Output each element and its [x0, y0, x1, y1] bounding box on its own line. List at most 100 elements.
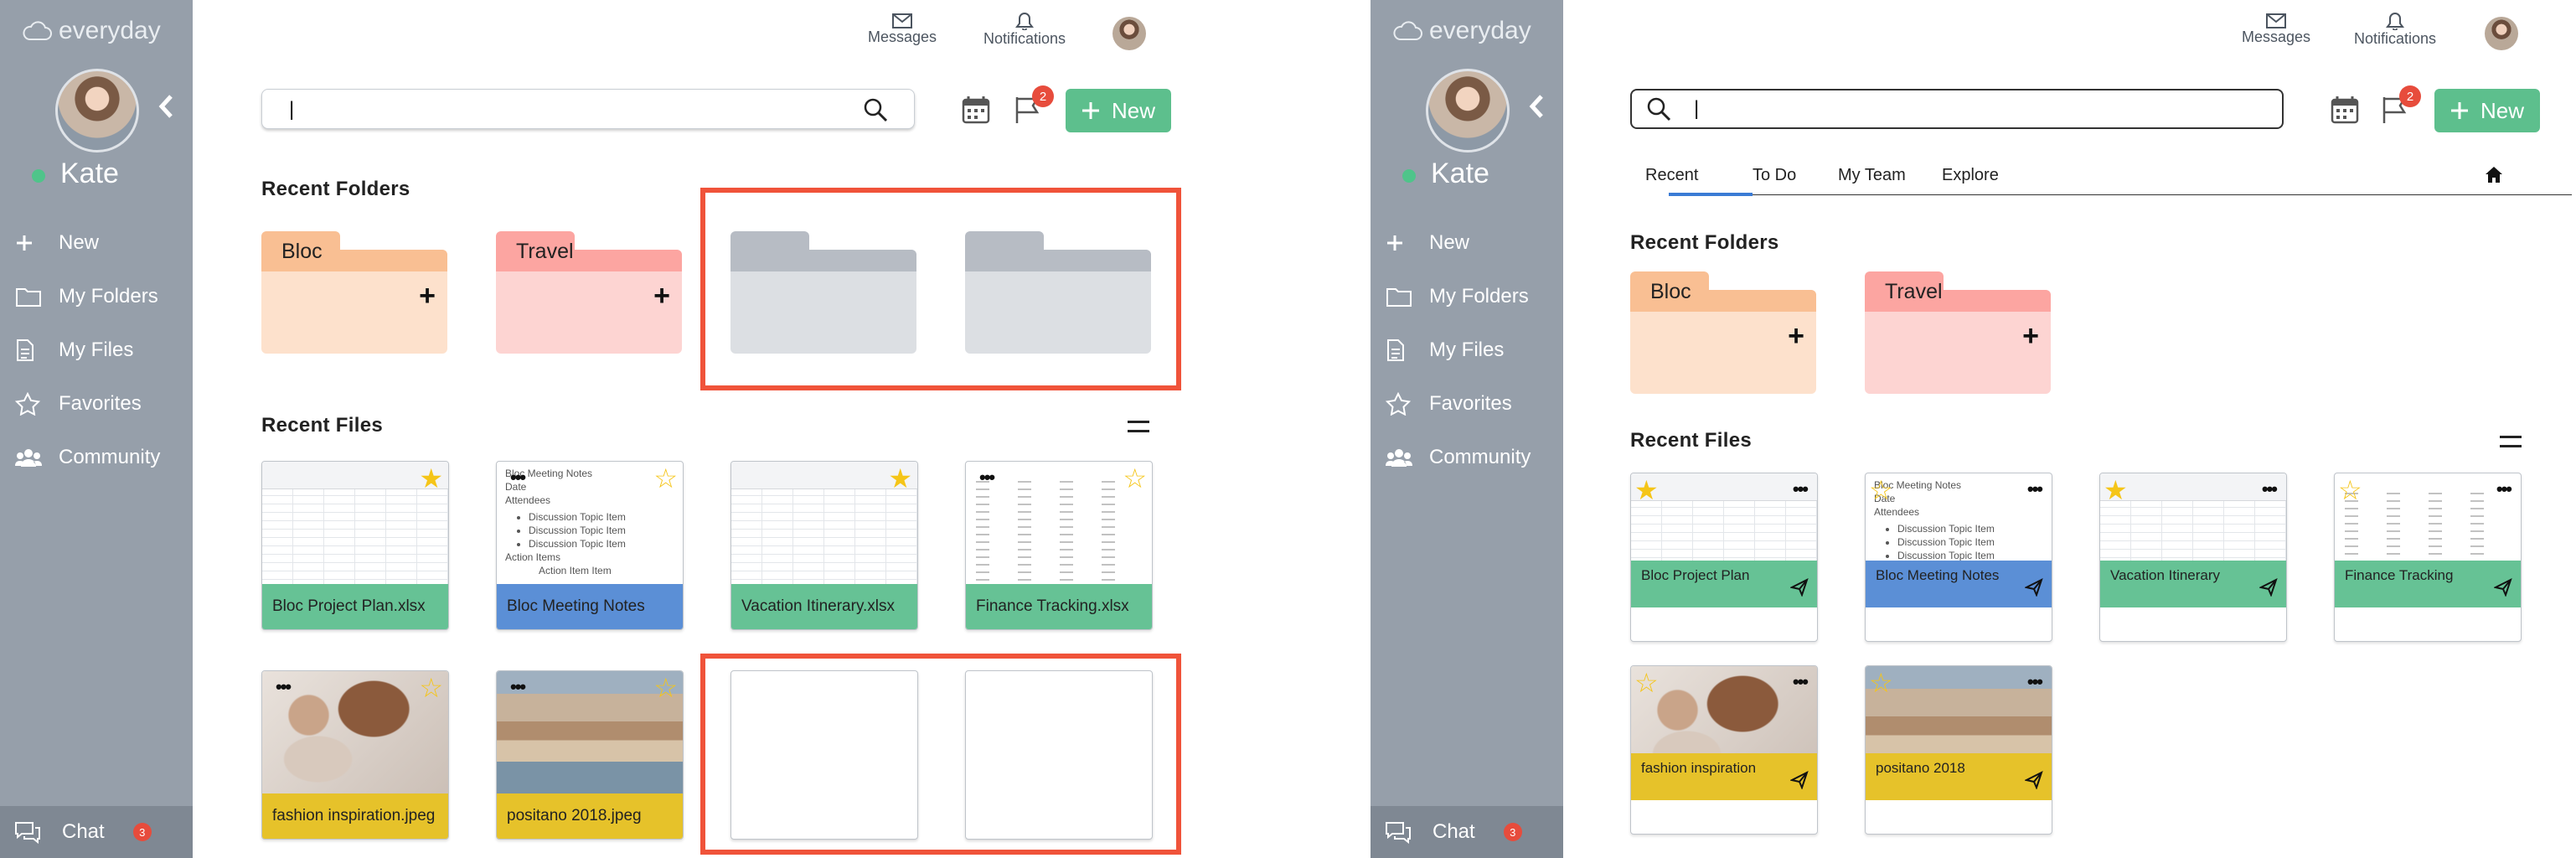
file-card[interactable]: ☆ ••• positano 2018.jpeg — [496, 670, 684, 840]
sidebar-item-label: Favorites — [1429, 392, 1512, 415]
chevron-left-icon — [1529, 95, 1543, 118]
file-card[interactable]: Bloc Meeting NotesDateAttendeesDiscussio… — [1865, 473, 2052, 642]
star-outline-icon[interactable]: ☆ — [1869, 477, 1893, 504]
folder-card-travel[interactable]: Travel + — [496, 231, 682, 354]
sidebar-item-my-folders[interactable]: My Folders — [1386, 278, 1562, 315]
notifications-button[interactable]: Notifications — [983, 12, 1066, 48]
file-card[interactable]: ★ ••• Bloc Project Plan — [1630, 473, 1818, 642]
flag-button[interactable]: 2 — [1014, 85, 1054, 128]
star-outline-icon[interactable]: ☆ — [1123, 465, 1147, 492]
more-options-icon[interactable]: ••• — [2027, 478, 2043, 500]
file-card[interactable]: Bloc Meeting NotesDateAttendeesDiscussio… — [496, 461, 684, 630]
send-icon[interactable] — [1789, 578, 1809, 601]
tab-my-team[interactable]: My Team — [1838, 166, 1906, 185]
add-to-folder-button[interactable]: + — [1788, 320, 1804, 353]
doc-topic-item: Discussion Topic Item — [1897, 535, 1995, 549]
folder-name: Bloc — [1650, 280, 1691, 303]
sidebar-item-new[interactable]: New — [1386, 225, 1562, 261]
list-view-toggle[interactable] — [2500, 436, 2522, 447]
messages-button[interactable]: Messages — [868, 13, 937, 46]
more-options-icon[interactable]: ••• — [2496, 478, 2512, 500]
doc-action-item: Action Item Item — [539, 565, 612, 576]
search-bar[interactable]: | — [1630, 89, 2284, 129]
add-to-folder-button[interactable]: + — [2022, 320, 2039, 353]
new-button[interactable]: New — [2434, 89, 2540, 132]
more-options-icon[interactable]: ••• — [1793, 478, 1809, 500]
list-view-toggle[interactable] — [1128, 421, 1149, 432]
sidebar-item-my-folders[interactable]: My Folders — [15, 278, 191, 315]
search-input[interactable]: | — [289, 98, 294, 121]
tab-explore[interactable]: Explore — [1942, 166, 1999, 185]
send-icon[interactable] — [1789, 771, 1809, 793]
file-card[interactable]: ★ ••• Vacation Itinerary — [2099, 473, 2287, 642]
star-outline-icon[interactable]: ☆ — [653, 675, 678, 701]
more-options-icon[interactable]: ••• — [276, 676, 292, 698]
home-icon[interactable] — [2485, 166, 2503, 184]
file-card[interactable]: ☆ ••• Finance Tracking.xlsx — [965, 461, 1153, 630]
file-card[interactable]: ☆ ••• positano 2018 — [1865, 665, 2052, 835]
notifications-button[interactable]: Notifications — [2354, 12, 2436, 48]
add-to-folder-button[interactable]: + — [653, 280, 670, 313]
calendar-icon[interactable] — [2331, 96, 2359, 124]
file-card[interactable]: ☆ ••• fashion inspiration — [1630, 665, 1818, 835]
star-outline-icon[interactable]: ☆ — [1634, 669, 1659, 696]
more-options-icon[interactable]: ••• — [2027, 671, 2043, 693]
file-card[interactable]: ☆ ••• Finance Tracking — [2334, 473, 2522, 642]
sidebar-item-favorites[interactable]: Favorites — [15, 385, 191, 422]
tab-recent[interactable]: Recent — [1645, 166, 1698, 185]
star-outline-icon[interactable]: ☆ — [2338, 477, 2362, 504]
flag-button[interactable]: 2 — [2381, 85, 2421, 128]
top-avatar[interactable] — [2485, 17, 2518, 50]
chat-bar[interactable]: Chat 3 — [1371, 806, 1563, 858]
send-icon[interactable] — [2024, 771, 2043, 793]
file-icon — [15, 338, 45, 363]
search-icon[interactable] — [1645, 96, 1672, 122]
calendar-icon[interactable] — [962, 96, 990, 124]
sidebar-item-community[interactable]: Community — [1386, 439, 1562, 476]
chat-unread-badge: 3 — [1503, 823, 1522, 841]
send-icon[interactable] — [2259, 578, 2278, 601]
chat-bubbles-icon — [1384, 820, 1412, 844]
more-options-icon[interactable]: ••• — [1793, 671, 1809, 693]
messages-button[interactable]: Messages — [2242, 13, 2310, 46]
online-status-dot — [1402, 169, 1416, 183]
star-outline-icon[interactable]: ☆ — [1869, 669, 1893, 696]
doc-topic-item: Discussion Topic Item — [529, 510, 626, 524]
more-options-icon[interactable]: ••• — [510, 676, 526, 698]
new-button[interactable]: New — [1066, 89, 1171, 132]
more-options-icon[interactable]: ••• — [979, 467, 995, 488]
top-avatar[interactable] — [1112, 17, 1146, 50]
sidebar-item-community[interactable]: Community — [15, 439, 191, 476]
tab-to-do[interactable]: To Do — [1753, 166, 1796, 185]
sidebar-item-favorites[interactable]: Favorites — [1386, 385, 1562, 422]
collapse-sidebar-button[interactable] — [1528, 94, 1545, 123]
star-outline-icon[interactable]: ☆ — [419, 675, 443, 701]
send-icon[interactable] — [2024, 578, 2043, 601]
more-options-icon[interactable]: ••• — [2262, 478, 2278, 500]
sidebar-item-my-files[interactable]: My Files — [15, 332, 191, 369]
file-card[interactable]: ★ Bloc Project Plan.xlsx — [261, 461, 449, 630]
user-avatar[interactable] — [1426, 69, 1510, 152]
send-icon[interactable] — [2493, 578, 2512, 601]
star-filled-icon[interactable]: ★ — [2104, 477, 2128, 504]
star-outline-icon[interactable]: ☆ — [653, 465, 678, 492]
chat-bar[interactable]: Chat 3 — [0, 806, 193, 858]
add-to-folder-button[interactable]: + — [419, 280, 436, 313]
star-filled-icon[interactable]: ★ — [419, 465, 443, 492]
search-bar[interactable]: | — [261, 89, 915, 129]
collapse-sidebar-button[interactable] — [157, 94, 174, 123]
file-card[interactable]: ☆ ••• fashion inspiration.jpeg — [261, 670, 449, 840]
sidebar-item-my-files[interactable]: My Files — [1386, 332, 1562, 369]
more-options-icon[interactable]: ••• — [510, 467, 526, 488]
sidebar-item-new[interactable]: New — [15, 225, 191, 261]
user-avatar[interactable] — [55, 69, 139, 152]
star-filled-icon[interactable]: ★ — [888, 465, 912, 492]
search-icon[interactable] — [862, 96, 889, 123]
file-card[interactable]: ★ Vacation Itinerary.xlsx — [730, 461, 918, 630]
star-outline-icon — [1386, 391, 1416, 416]
search-input[interactable]: | — [1694, 97, 1699, 121]
folder-card-travel[interactable]: Travel + — [1865, 271, 2051, 394]
folder-card-bloc[interactable]: Bloc + — [261, 231, 447, 354]
folder-card-bloc[interactable]: Bloc + — [1630, 271, 1816, 394]
star-filled-icon[interactable]: ★ — [1634, 477, 1659, 504]
